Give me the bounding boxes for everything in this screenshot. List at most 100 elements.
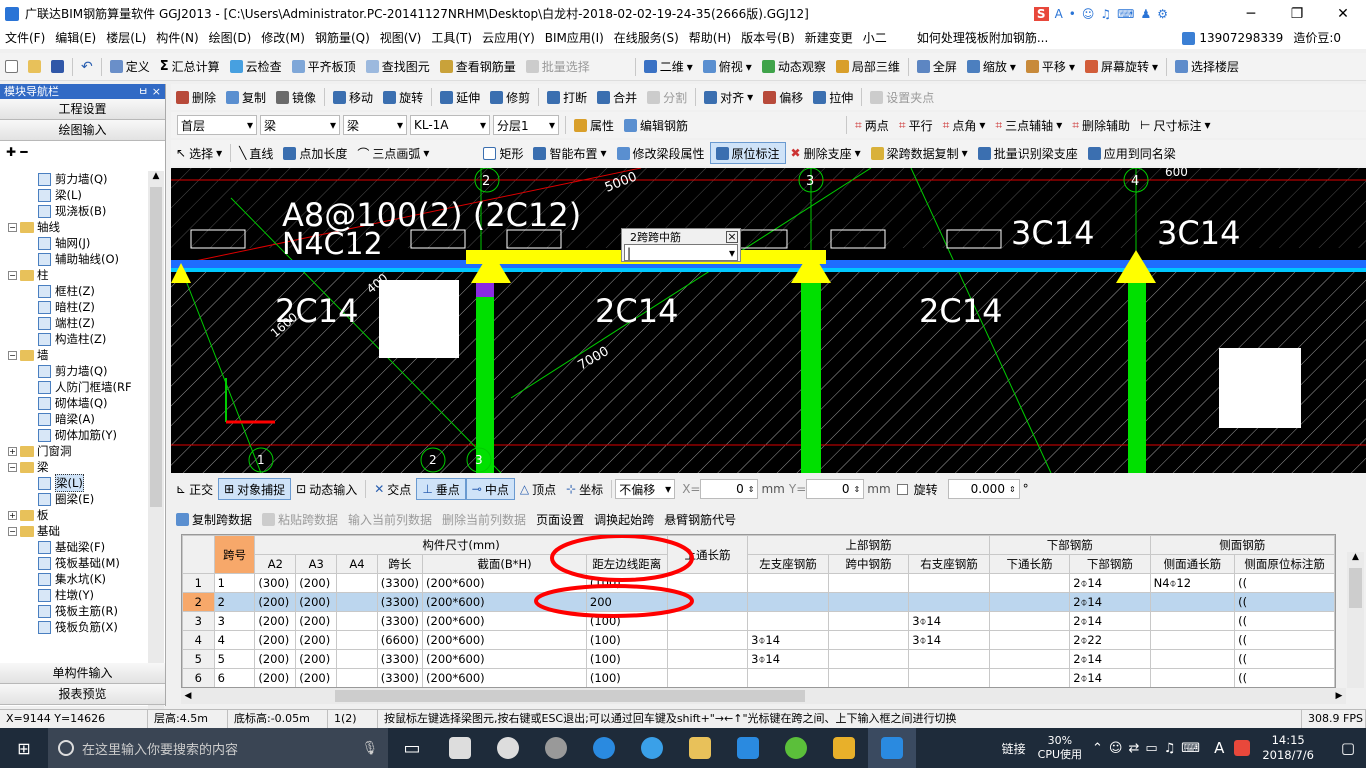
delete-button[interactable]: 删除 bbox=[171, 86, 221, 108]
dynamic-view-button[interactable]: 动态观察 bbox=[757, 56, 831, 78]
batch-select-button[interactable]: 批量选择 bbox=[521, 56, 595, 78]
tree-toggle-icon[interactable]: − bbox=[8, 462, 17, 472]
taskbar-app-glodon[interactable] bbox=[724, 728, 772, 768]
menu-tools[interactable]: 工具(T) bbox=[426, 27, 477, 49]
menu-rebar[interactable]: 钢筋量(Q) bbox=[310, 27, 375, 49]
midpoint-snap[interactable]: ⊸ 中点 bbox=[465, 478, 515, 500]
modify-beam-props-button[interactable]: 修改梁段属性 bbox=[612, 142, 710, 164]
extend-button[interactable]: 延伸 bbox=[435, 86, 485, 108]
tray-icons[interactable]: ⌃☺⇄▭♫⌨ bbox=[1092, 741, 1206, 756]
component-type-select[interactable]: 梁 ▾ bbox=[260, 115, 340, 135]
tree-item[interactable]: 基础梁(F) bbox=[0, 539, 148, 555]
tree-item[interactable]: 柱墩(Y) bbox=[0, 587, 148, 603]
rotate-screen-dropdown[interactable]: 屏幕旋转 ▾ bbox=[1080, 56, 1163, 78]
menu-modify[interactable]: 修改(M) bbox=[256, 27, 310, 49]
select-dropdown[interactable]: ↖ 选择 ▾ bbox=[171, 142, 227, 164]
user-account[interactable]: 13907298339 bbox=[1177, 27, 1288, 49]
set-grip-button[interactable]: 设置夹点 bbox=[865, 86, 939, 108]
menu-online[interactable]: 在线服务(S) bbox=[609, 27, 684, 49]
rotate-checkbox[interactable] bbox=[896, 483, 908, 495]
tree-item[interactable]: 圈梁(E) bbox=[0, 491, 148, 507]
single-component-button[interactable]: 单构件输入 bbox=[0, 663, 165, 684]
point-length-button[interactable]: 点加长度 bbox=[278, 142, 352, 164]
mirror-button[interactable]: 镜像 bbox=[271, 86, 321, 108]
select-floor-button[interactable]: 选择楼层 bbox=[1170, 56, 1244, 78]
tree-item[interactable]: 筏板主筋(R) bbox=[0, 603, 148, 619]
grid-vertical-scrollbar[interactable]: ▲ bbox=[1347, 552, 1364, 688]
tree-item[interactable]: 暗梁(A) bbox=[0, 411, 148, 427]
component-subtype-select[interactable]: 梁 ▾ bbox=[343, 115, 407, 135]
help-question-link[interactable]: 如何处理筏板附加钢筋... bbox=[912, 27, 1053, 49]
save-icon[interactable] bbox=[46, 56, 69, 78]
top-view-dropdown[interactable]: 俯视 ▾ bbox=[698, 56, 757, 78]
stretch-button[interactable]: 拉伸 bbox=[808, 86, 858, 108]
rotate-button[interactable]: 旋转 bbox=[378, 86, 428, 108]
tree-item[interactable]: 筏板负筋(X) bbox=[0, 619, 148, 635]
maximize-button[interactable]: ❐ bbox=[1274, 0, 1320, 27]
ortho-toggle[interactable]: ⊾ 正交 bbox=[171, 478, 218, 500]
local-3d-button[interactable]: 局部三维 bbox=[831, 56, 905, 78]
intersection-snap[interactable]: ✕ 交点 bbox=[369, 478, 416, 500]
perpendicular-snap[interactable]: ⊥ 垂点 bbox=[416, 478, 466, 500]
floor-select[interactable]: 首层 ▾ bbox=[177, 115, 257, 135]
minimize-button[interactable]: ─ bbox=[1228, 0, 1274, 27]
tree-toggle-icon[interactable]: − bbox=[8, 526, 17, 536]
view-2d-dropdown[interactable]: 二维 ▾ bbox=[639, 56, 698, 78]
undo-icon[interactable]: ↶ bbox=[76, 56, 98, 78]
trim-button[interactable]: 修剪 bbox=[485, 86, 535, 108]
page-setup-button[interactable]: 页面设置 bbox=[531, 508, 589, 530]
assistant-button[interactable]: 小二 bbox=[858, 27, 892, 49]
tree-item[interactable]: 剪力墙(Q) bbox=[0, 363, 148, 379]
move-button[interactable]: 移动 bbox=[328, 86, 378, 108]
find-element-button[interactable]: 查找图元 bbox=[361, 56, 435, 78]
menu-edit[interactable]: 编辑(E) bbox=[50, 27, 101, 49]
properties-button[interactable]: 属性 bbox=[569, 114, 619, 136]
notification-icon[interactable]: ▢ bbox=[1330, 728, 1366, 768]
line-button[interactable]: ╲ 直线 bbox=[234, 142, 278, 164]
coordinate-snap[interactable]: ⊹ 坐标 bbox=[561, 478, 608, 500]
pin-icon[interactable]: ㅂ bbox=[138, 85, 148, 98]
beam-drawing[interactable]: A8@100(2) (2C12) N4C12 3C14 3C14 2C14 2C… bbox=[171, 168, 1366, 473]
y-input[interactable]: 0 ⇕ bbox=[806, 479, 865, 499]
taskbar-link[interactable]: 链接 bbox=[1002, 740, 1026, 757]
tree-item[interactable]: 梁(L) bbox=[0, 474, 148, 492]
task-view-icon[interactable]: ▭ bbox=[388, 728, 436, 768]
taskbar-app-edge[interactable] bbox=[580, 728, 628, 768]
object-snap-toggle[interactable]: ⊞ 对象捕捉 bbox=[218, 478, 292, 500]
split-button[interactable]: 分割 bbox=[642, 86, 692, 108]
taskbar-app-notes[interactable] bbox=[820, 728, 868, 768]
smart-layout-dropdown[interactable]: 智能布置 ▾ bbox=[528, 142, 611, 164]
tree-toggle-icon[interactable]: − bbox=[8, 222, 17, 232]
two-point-axis-button[interactable]: ⌗ 两点 bbox=[850, 114, 894, 136]
close-button[interactable]: ✕ bbox=[1320, 0, 1366, 27]
copy-span-data-button[interactable]: 复制跨数据 bbox=[171, 508, 257, 530]
grid-horizontal-scrollbar[interactable]: ◀ ▶ bbox=[181, 688, 1346, 704]
offset-button[interactable]: 偏移 bbox=[758, 86, 808, 108]
copy-span-data-dropdown[interactable]: 梁跨数据复制 ▾ bbox=[866, 142, 973, 164]
tree-toggle-icon[interactable]: − bbox=[8, 270, 17, 280]
open-icon[interactable] bbox=[23, 56, 46, 78]
menu-view[interactable]: 视图(V) bbox=[375, 27, 427, 49]
rectangle-button[interactable]: 矩形 bbox=[478, 142, 528, 164]
cloud-check-button[interactable]: 云检查 bbox=[225, 56, 287, 78]
menu-bim[interactable]: BIM应用(I) bbox=[540, 27, 609, 49]
tree-item[interactable]: 轴网(J) bbox=[0, 235, 148, 251]
menu-version[interactable]: 版本号(B) bbox=[736, 27, 800, 49]
tree-item[interactable]: 构造柱(Z) bbox=[0, 331, 148, 347]
taskbar-app-swirl[interactable] bbox=[532, 728, 580, 768]
tree-item[interactable]: 梁(L) bbox=[0, 187, 148, 203]
tree-item[interactable]: − 基础 bbox=[0, 523, 148, 539]
drawing-input-button[interactable]: 绘图输入 bbox=[0, 120, 165, 141]
delete-aux-button[interactable]: ⌗ 删除辅助 bbox=[1067, 114, 1135, 136]
new-icon[interactable] bbox=[0, 56, 23, 78]
tree-item[interactable]: 剪力墙(Q) bbox=[0, 171, 148, 187]
view-rebar-button[interactable]: 查看钢筋量 bbox=[435, 56, 521, 78]
batch-identify-support-button[interactable]: 批量识别梁支座 bbox=[973, 142, 1083, 164]
vertex-snap[interactable]: △ 顶点 bbox=[515, 478, 561, 500]
delete-column-button[interactable]: 删除当前列数据 bbox=[437, 508, 531, 530]
break-button[interactable]: 打断 bbox=[542, 86, 592, 108]
taskbar-app-360[interactable] bbox=[772, 728, 820, 768]
expand-collapse-icons[interactable]: ✚ ━ bbox=[0, 141, 165, 169]
delete-support-dropdown[interactable]: ✖ 删除支座 ▾ bbox=[786, 142, 866, 164]
tree-toggle-icon[interactable]: + bbox=[8, 446, 17, 456]
